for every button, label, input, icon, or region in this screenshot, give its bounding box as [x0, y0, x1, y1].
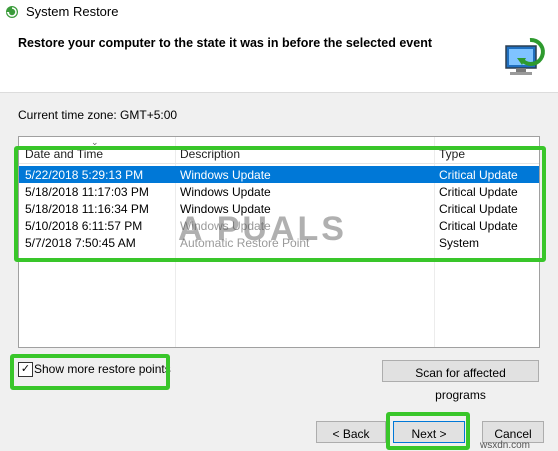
row-description: Windows Update — [180, 219, 271, 233]
table-row[interactable]: 5/7/2018 7:50:45 AM Automatic Restore Po… — [19, 234, 539, 251]
scan-affected-programs-button[interactable]: Scan for affected programs — [382, 360, 539, 402]
back-button[interactable]: < Back — [316, 421, 386, 443]
current-time-zone: Current time zone: GMT+5:00 — [18, 108, 178, 122]
table-row[interactable]: 5/10/2018 6:11:57 PM Windows Update Crit… — [19, 217, 539, 234]
show-more-label[interactable]: Show more restore points — [34, 362, 171, 376]
table-row[interactable]: 5/18/2018 11:17:03 PM Windows Update Cri… — [19, 183, 539, 200]
row-description: Automatic Restore Point — [180, 236, 310, 250]
wizard-header: Restore your computer to the state it wa… — [0, 24, 558, 93]
row-description: Windows Update — [180, 185, 271, 199]
row-date: 5/10/2018 6:11:57 PM — [25, 219, 143, 233]
site-watermark: wsxdn.com — [480, 440, 531, 451]
row-date: 5/22/2018 5:29:13 PM — [25, 168, 144, 182]
row-type: Critical Update — [439, 168, 518, 182]
column-header-date[interactable]: Date and Time — [25, 147, 103, 161]
row-date: 5/7/2018 7:50:45 AM — [25, 236, 136, 250]
row-date: 5/18/2018 11:17:03 PM — [25, 185, 149, 199]
column-header-description[interactable]: Description — [180, 147, 240, 161]
table-row[interactable]: 5/18/2018 11:16:34 PM Windows Update Cri… — [19, 200, 539, 217]
checkmark-icon[interactable]: ✓ — [18, 362, 33, 377]
page-heading: Restore your computer to the state it wa… — [18, 36, 432, 50]
restore-computer-icon — [505, 37, 545, 75]
system-restore-icon — [6, 6, 18, 18]
title-bar: System Restore — [0, 0, 558, 24]
row-type: Critical Update — [439, 219, 518, 233]
restore-points-list[interactable]: ⌄ Date and Time Description Type 5/22/20… — [18, 136, 540, 348]
row-description: Windows Update — [180, 202, 271, 216]
window-title: System Restore — [26, 4, 119, 19]
row-type: Critical Update — [439, 185, 518, 199]
row-description: Windows Update — [180, 168, 271, 182]
table-row[interactable]: 5/22/2018 5:29:13 PM Windows Update Crit… — [19, 166, 539, 183]
row-type: Critical Update — [439, 202, 518, 216]
column-header-type[interactable]: Type — [439, 147, 465, 161]
list-header: ⌄ Date and Time Description Type — [19, 137, 539, 164]
row-date: 5/18/2018 11:16:34 PM — [25, 202, 149, 216]
row-type: System — [439, 236, 480, 250]
next-button[interactable]: Next > — [393, 421, 465, 443]
